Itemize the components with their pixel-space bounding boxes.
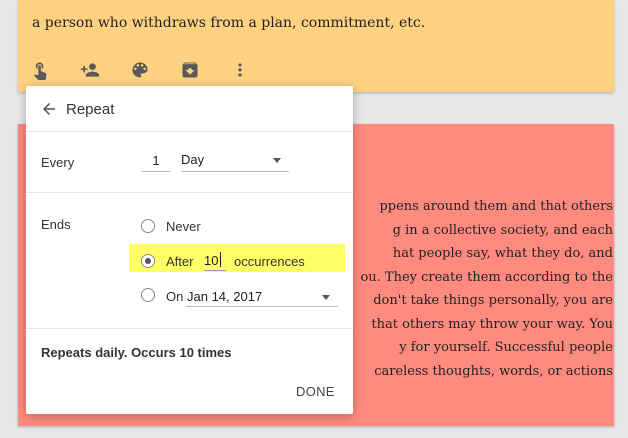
more-icon[interactable] — [230, 58, 280, 82]
yellow-note[interactable]: a person who withdraws from a plan, comm… — [18, 0, 614, 92]
repeat-summary: Repeats daily. Occurs 10 times — [41, 345, 232, 360]
note-line: don't take things personally, you are — [373, 293, 613, 308]
note-line: g in a collective society, and each — [392, 222, 613, 238]
palette-icon[interactable] — [130, 58, 180, 82]
every-row: Every Day — [26, 133, 353, 193]
note-line: ppens around them and that others — [379, 199, 613, 214]
end-date-select[interactable]: Jan 14, 2017 — [186, 285, 338, 307]
collaborator-icon[interactable] — [80, 58, 130, 82]
text-cursor — [220, 252, 221, 267]
occurrences-label: occurrences — [234, 254, 305, 269]
dialog-title: Repeat — [66, 101, 115, 118]
note-body-text: a person who withdraws from a plan, comm… — [32, 15, 426, 31]
archive-icon[interactable] — [180, 58, 230, 82]
after-label: After — [166, 254, 194, 269]
done-button[interactable]: DONE — [290, 382, 341, 401]
note-line: careless thoughts, words, or actions — [374, 363, 613, 379]
on-label: On — [166, 289, 184, 304]
every-count-input[interactable] — [142, 150, 170, 172]
reminder-icon[interactable] — [30, 58, 80, 82]
note-line: y for yourself. Successful people — [399, 340, 613, 355]
repeat-dialog: Repeat Every Day Ends Never After occurr… — [26, 86, 353, 414]
never-radio[interactable] — [141, 219, 155, 233]
note-paragraph: ppens around them and that others g in a… — [338, 195, 613, 383]
every-label: Every — [41, 155, 75, 170]
frequency-value: Day — [181, 152, 205, 167]
ends-label: Ends — [41, 217, 71, 232]
dropdown-caret-icon — [273, 158, 281, 163]
end-date-value: Jan 14, 2017 — [187, 289, 263, 304]
on-date-radio[interactable] — [141, 288, 155, 302]
frequency-select[interactable]: Day — [181, 150, 289, 172]
occurrences-input[interactable] — [204, 251, 226, 271]
divider — [26, 328, 353, 329]
never-label: Never — [166, 219, 201, 234]
note-line: that others may throw your way. You — [371, 316, 613, 332]
dialog-header: Repeat — [26, 86, 353, 132]
note-line: ou. They create them according to the — [360, 269, 613, 285]
dropdown-caret-icon — [322, 295, 330, 300]
after-radio[interactable] — [141, 254, 155, 268]
note-toolbar — [30, 58, 280, 82]
note-line: hat people say, what they do, and — [392, 246, 613, 261]
back-arrow-icon[interactable] — [40, 100, 58, 118]
